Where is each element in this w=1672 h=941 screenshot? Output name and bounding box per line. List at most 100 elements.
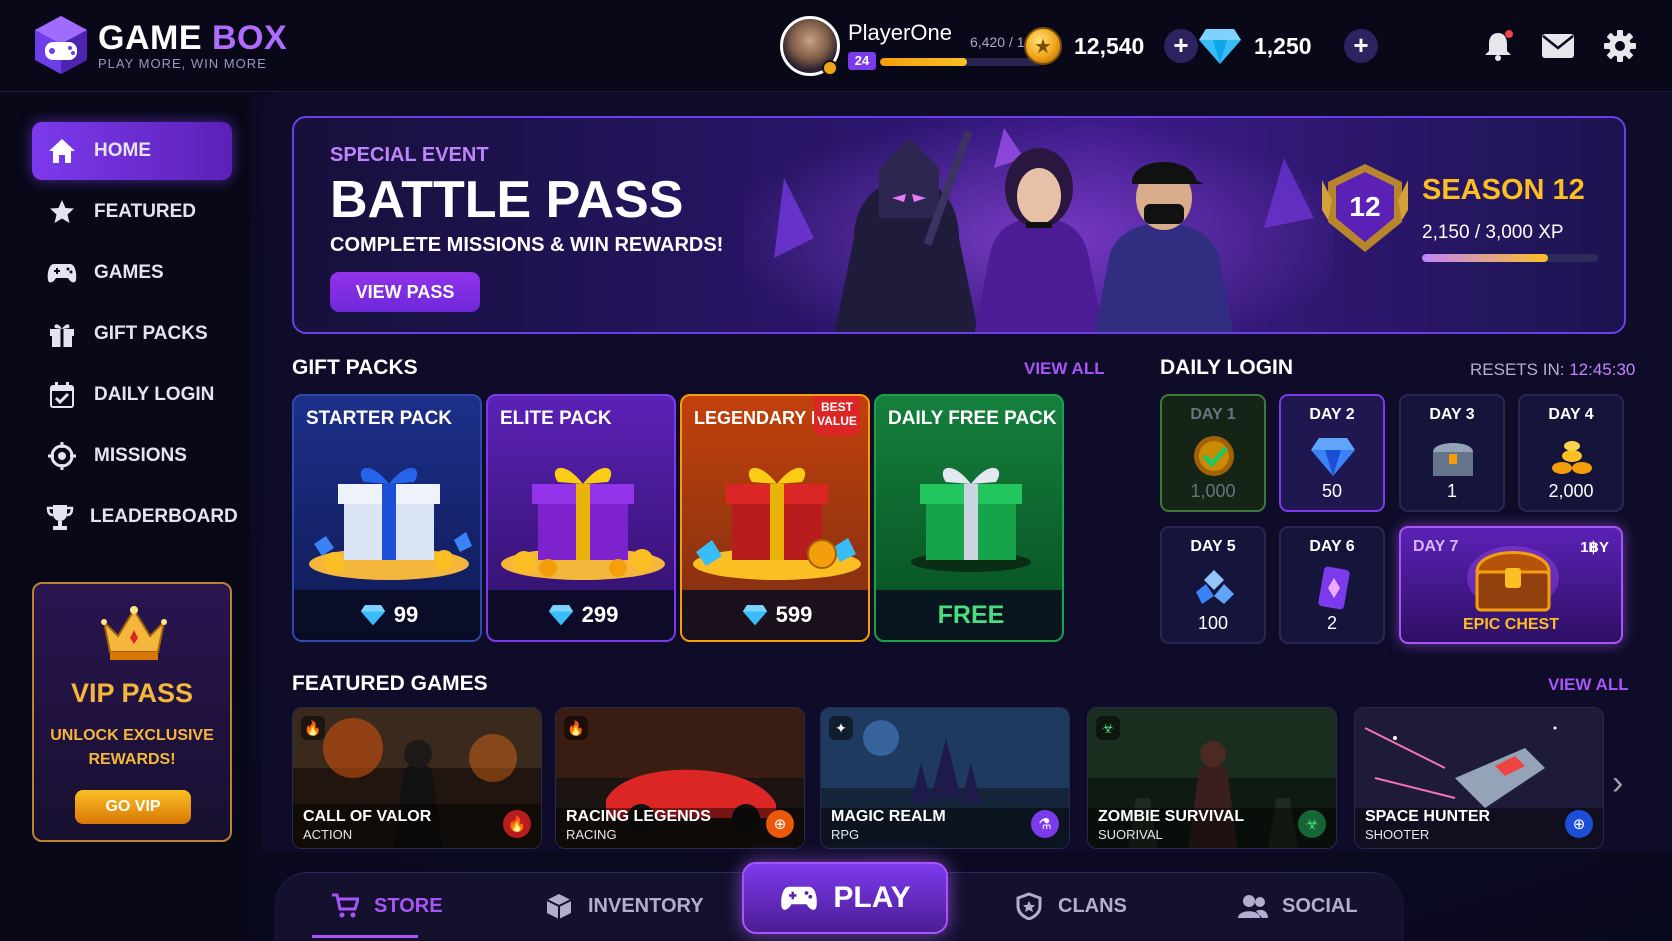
game-card-space-hunter[interactable]: SPACE HUNTER SHOOTER ⊕ (1354, 707, 1604, 849)
mail-button[interactable] (1538, 26, 1578, 66)
trophy-icon (46, 501, 74, 533)
battle-pass-banner[interactable]: SPECIAL EVENT BATTLE PASS COMPLETE MISSI… (292, 116, 1626, 334)
gem-amount: 1,250 (1254, 32, 1312, 59)
day-value: 50 (1321, 481, 1343, 501)
player-level-badge: 24 (848, 52, 876, 70)
view-pass-button[interactable]: VIEW PASS (330, 272, 480, 312)
sidebar-item-home[interactable]: HOME (32, 122, 232, 180)
season-xp-fill (1422, 254, 1549, 262)
season-xp-text: 2,150 / 3,000 XP (1422, 222, 1564, 243)
cart-icon (330, 891, 360, 921)
pack-name: STARTER PACK (306, 408, 453, 429)
add-gems-button[interactable]: + (1344, 29, 1378, 63)
game-card-racing-legends[interactable]: 🔥 RACING LEGENDS RACING ⊕ (555, 707, 805, 849)
gems-pile-icon (1196, 570, 1234, 604)
game-genre: ACTION (303, 827, 353, 842)
day-label: DAY 7 (1413, 538, 1459, 555)
brand-logo[interactable]: GAME BOX PLAY MORE, WIN MORE (32, 14, 287, 76)
gear-icon (1604, 30, 1636, 62)
pack-price[interactable]: 299 (488, 590, 674, 640)
crosshair-badge-icon: ⊕ (1565, 810, 1593, 838)
biohazard-tag-icon: ☣ (1096, 716, 1120, 740)
sidebar-item-featured[interactable]: FEATURED (32, 183, 232, 241)
starter-pack-card[interactable]: STARTER PACK 99 (292, 394, 482, 642)
tab-label: INVENTORY (588, 894, 704, 917)
diamond-icon (360, 605, 385, 626)
game-card-call-of-valor[interactable]: 🔥 CALL OF VALOR ACTION 🔥 (292, 707, 542, 849)
elite-pack-card[interactable]: ELITE PACK 299 (486, 394, 676, 642)
day-value: 1,000 (1190, 481, 1236, 501)
day-label: DAY 2 (1309, 406, 1355, 423)
sidebar-item-label: DAILY LOGIN (94, 384, 215, 405)
steering-wheel-badge-icon: ⊕ (766, 810, 794, 838)
vip-pass-card: VIP PASS UNLOCK EXCLUSIVE REWARDS! GO VI… (32, 582, 232, 842)
pack-price[interactable]: 599 (682, 590, 868, 640)
game-title: CALL OF VALOR (303, 808, 432, 825)
sidebar-item-gift-packs[interactable]: GIFT PACKS (32, 305, 232, 363)
day-6-reward[interactable]: DAY 6 2 (1279, 526, 1385, 644)
season-number: 12 (1349, 191, 1380, 222)
game-cube-logo-icon (35, 16, 87, 74)
sidebar-item-missions[interactable]: MISSIONS (32, 427, 232, 485)
sidebar-item-leaderboard[interactable]: LEADERBOARD (32, 488, 238, 546)
reset-label: RESETS IN: (1470, 360, 1570, 379)
card-icon (1318, 566, 1350, 610)
tab-inventory[interactable]: INVENTORY (544, 891, 704, 921)
play-button[interactable]: PLAY (742, 862, 948, 934)
gift-packs-view-all-link[interactable]: VIEW ALL (1024, 359, 1105, 379)
mail-icon (1542, 34, 1574, 58)
sidebar: HOME FEATURED GAMES GIFT PACKS DAILY LOG… (0, 92, 250, 941)
store-active-indicator (312, 935, 418, 938)
day-7-reward[interactable]: DAY 7 1฿Y EPIC CHEST (1399, 526, 1623, 644)
go-vip-button[interactable]: GO VIP (75, 790, 191, 824)
sidebar-item-label: FEATURED (94, 201, 197, 222)
sidebar-item-label: MISSIONS (94, 445, 187, 466)
game-title: ZOMBIE SURVIVAL (1098, 808, 1245, 825)
tab-clans[interactable]: CLANS (1014, 891, 1127, 921)
green-gift-box-icon (911, 467, 1031, 572)
tab-label: SOCIAL (1282, 894, 1358, 917)
pack-price[interactable]: 99 (294, 590, 480, 640)
day-2-reward[interactable]: DAY 2 50 (1279, 394, 1385, 512)
day-5-reward[interactable]: DAY 5 100 (1160, 526, 1266, 644)
notifications-button[interactable] (1478, 26, 1518, 66)
day-1-reward[interactable]: DAY 1 1,000 (1160, 394, 1266, 512)
diamond-icon (742, 605, 767, 626)
coin-pile-icon (1552, 441, 1592, 474)
add-coins-button[interactable]: + (1164, 29, 1198, 63)
pack-price-value: 299 (581, 602, 619, 627)
pack-price-value: 599 (775, 602, 813, 627)
settings-button[interactable] (1600, 26, 1640, 66)
tab-social[interactable]: SOCIAL (1238, 891, 1358, 921)
day-3-reward[interactable]: DAY 3 1 (1399, 394, 1505, 512)
box-icon (544, 891, 574, 921)
flame-badge-icon: 🔥 (503, 810, 531, 838)
calendar-icon (46, 379, 78, 411)
pack-price[interactable]: FREE (876, 590, 1062, 640)
day-label: DAY 3 (1429, 406, 1475, 423)
featured-games-view-all-link[interactable]: VIEW ALL (1548, 675, 1629, 695)
star-icon (46, 196, 78, 228)
diamond-icon (548, 605, 573, 626)
game-genre: SUORIVAL (1098, 827, 1163, 842)
sidebar-item-games[interactable]: GAMES (32, 244, 232, 302)
legendary-pack-card[interactable]: LEGENDARY PACK BEST VALUE 599 (680, 394, 870, 642)
tab-store[interactable]: STORE (330, 891, 443, 921)
chevron-right-icon[interactable]: › (1612, 764, 1623, 803)
best-value-badge: BEST VALUE (814, 396, 860, 436)
purple-gift-box-icon (501, 467, 665, 580)
day-4-reward[interactable]: DAY 4 2,000 (1518, 394, 1624, 512)
game-card-zombie-survival[interactable]: ☣ ZOMBIE SURVIVAL SUORIVAL ☣ (1087, 707, 1337, 849)
biohazard-badge-icon: ☣ (1298, 810, 1326, 838)
daily-free-pack-card[interactable]: DAILY FREE PACK FREE (874, 394, 1064, 642)
shield-icon (1014, 891, 1044, 921)
potion-badge-icon: ⚗ (1031, 810, 1059, 838)
sidebar-item-daily-login[interactable]: DAILY LOGIN (32, 366, 232, 424)
game-card-magic-realm[interactable]: ✦ MAGIC REALM RPG ⚗ (820, 707, 1070, 849)
app-root: GAME BOX PLAY MORE, WIN MORE PlayerOne 2… (0, 0, 1672, 941)
game-title: RACING LEGENDS (566, 808, 711, 825)
gamepad-icon (781, 886, 818, 910)
coin-amount: 12,540 (1074, 32, 1145, 59)
play-label: PLAY (833, 881, 911, 914)
day-7-reward-label: EPIC CHEST (1462, 616, 1559, 633)
